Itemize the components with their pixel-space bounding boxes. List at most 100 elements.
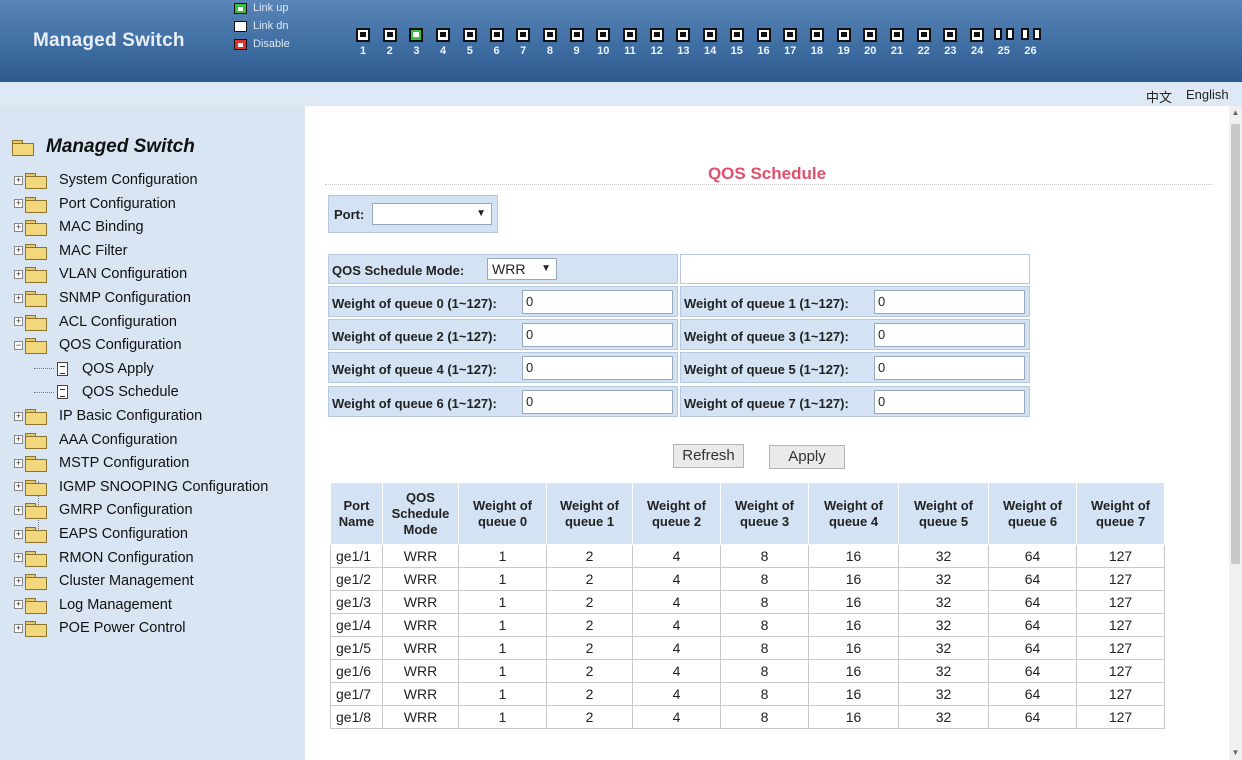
expand-icon[interactable]: + [14,576,23,586]
table-cell: 1 [458,659,547,683]
sidebar-item-mac-binding[interactable]: + MAC Binding [14,216,144,238]
lang-english-link[interactable]: English [1186,87,1229,102]
sidebar-item-poe-power-control[interactable]: + POE Power Control [14,617,186,639]
port-19[interactable]: 19 [831,28,857,57]
port-15[interactable]: 15 [724,28,750,57]
sidebar-item-igmp-snooping-configuration[interactable]: + IGMP SNOOPING Configuration [14,476,268,498]
queue-7-weight-input[interactable]: 0 [874,390,1025,414]
expand-icon[interactable]: + [14,553,23,563]
sidebar-item-mac-filter[interactable]: + MAC Filter [14,240,127,262]
expand-icon[interactable]: + [14,293,23,303]
sidebar-item-port-configuration[interactable]: + Port Configuration [14,193,176,215]
sidebar-item-snmp-configuration[interactable]: + SNMP Configuration [14,287,191,309]
expand-icon[interactable]: + [14,246,23,256]
sidebar-item-aaa-configuration[interactable]: + AAA Configuration [14,429,178,451]
mode-cell: QOS Schedule Mode: WRR ▼ [328,254,678,284]
mode-select[interactable]: WRR ▼ [487,258,557,280]
port-17[interactable]: 17 [777,28,803,57]
expand-icon[interactable]: + [14,175,23,185]
port-10[interactable]: 10 [590,28,616,57]
queue-0-weight-input[interactable]: 0 [522,290,673,314]
refresh-button[interactable]: Refresh [673,444,744,468]
table-cell: 32 [898,567,989,591]
queue-1-weight-input[interactable]: 0 [874,290,1025,314]
port-26[interactable]: 26 [1018,28,1044,57]
sidebar-item-rmon-configuration[interactable]: + RMON Configuration [14,547,194,569]
port-16[interactable]: 16 [751,28,777,57]
sidebar-item-ip-basic-configuration[interactable]: + IP Basic Configuration [14,405,202,427]
expand-icon[interactable]: + [14,600,23,610]
sidebar-item-gmrp-configuration[interactable]: + GMRP Configuration [14,499,193,521]
port-2[interactable]: 2 [377,28,403,57]
scroll-down-icon[interactable]: ▼ [1229,746,1242,760]
folder-icon [25,597,47,614]
lang-chinese-link[interactable]: 中文 [1146,87,1172,106]
sidebar-item-label: GMRP Configuration [59,502,193,519]
port-24[interactable]: 24 [964,28,990,57]
expand-icon[interactable]: + [14,317,23,327]
expand-icon[interactable]: + [14,458,23,468]
port-number: 13 [677,45,690,57]
sidebar-item-acl-configuration[interactable]: + ACL Configuration [14,311,177,333]
expand-icon[interactable]: + [14,482,23,492]
scroll-up-icon[interactable]: ▲ [1229,106,1242,120]
port-7[interactable]: 7 [510,28,536,57]
expand-icon[interactable]: + [14,269,23,279]
port-3[interactable]: 3 [403,28,429,57]
table-cell: 1 [458,567,547,591]
queue-6-weight-input[interactable]: 0 [522,390,673,414]
port-25[interactable]: 25 [991,28,1017,57]
table-row: ge1/7 WRR 1 2 4 8 16 32 64 127 [330,682,1165,706]
scroll-thumb[interactable] [1231,124,1240,564]
port-20[interactable]: 20 [857,28,883,57]
sidebar-item-vlan-configuration[interactable]: + VLAN Configuration [14,263,187,285]
port-8[interactable]: 8 [537,28,563,57]
port-14[interactable]: 14 [697,28,723,57]
mode-select-value: WRR [492,261,526,277]
expand-icon[interactable]: + [14,505,23,515]
sidebar-item-cluster-management[interactable]: + Cluster Management [14,570,194,592]
port-5[interactable]: 5 [457,28,483,57]
port-1[interactable]: 1 [350,28,376,57]
expand-icon[interactable]: + [14,222,23,232]
sidebar-item-log-management[interactable]: + Log Management [14,594,172,616]
vertical-scrollbar[interactable]: ▲ ▼ [1229,106,1242,760]
table-cell: 2 [546,659,633,683]
port-select[interactable]: ▼ [372,203,492,225]
port-11[interactable]: 11 [617,28,643,57]
tree-root[interactable]: Managed Switch [12,136,195,158]
folder-icon [25,527,47,543]
port-number: 10 [597,45,610,57]
apply-button[interactable]: Apply [769,445,845,469]
sidebar-item-qos-configuration[interactable]: − QOS Configuration [14,334,182,356]
expand-icon[interactable]: + [14,411,23,421]
queue-weight-label: Weight of queue 6 (1~127): [332,396,497,411]
sidebar-subitem-qos-apply[interactable]: QOS Apply [34,358,154,380]
expand-icon[interactable]: + [14,623,23,633]
port-23[interactable]: 23 [937,28,963,57]
sidebar-item-system-configuration[interactable]: + System Configuration [14,169,198,191]
port-4[interactable]: 4 [430,28,456,57]
port-13[interactable]: 13 [670,28,696,57]
collapse-icon[interactable]: − [14,340,23,350]
queue-3-weight-input[interactable]: 0 [874,323,1025,347]
port-18[interactable]: 18 [804,28,830,57]
queue-4-weight-input[interactable]: 0 [522,356,673,380]
table-cell: 2 [546,682,633,706]
sidebar-subitem-qos-schedule[interactable]: QOS Schedule [34,381,179,403]
queue-weight-label: Weight of queue 1 (1~127): [684,296,849,311]
expand-icon[interactable]: + [14,199,23,209]
port-21[interactable]: 21 [884,28,910,57]
queue-5-weight-input[interactable]: 0 [874,356,1025,380]
sidebar-item-eaps-configuration[interactable]: + EAPS Configuration [14,523,188,545]
port-9[interactable]: 9 [564,28,590,57]
queue-2-weight-input[interactable]: 0 [522,323,673,347]
sidebar-item-label: MSTP Configuration [59,455,190,472]
port-6[interactable]: 6 [484,28,510,57]
port-12[interactable]: 12 [644,28,670,57]
sidebar-item-mstp-configuration[interactable]: + MSTP Configuration [14,452,189,474]
expand-icon[interactable]: + [14,529,23,539]
expand-icon[interactable]: + [14,435,23,445]
port-22[interactable]: 22 [911,28,937,57]
dropdown-arrow-icon: ▼ [541,263,551,274]
